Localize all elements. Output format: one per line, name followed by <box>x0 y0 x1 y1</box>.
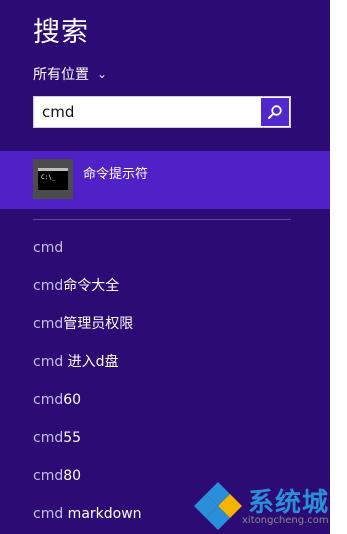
suggestion-query: cmd <box>33 278 64 294</box>
top-result-command-prompt[interactable]: C:\_ 命令提示符 <box>0 151 330 209</box>
suggestion-item[interactable]: cmd 进入d盘 <box>33 343 142 381</box>
suggestion-query: cmd <box>33 354 64 370</box>
site-watermark: 系统城 xitongcheng.com <box>192 478 347 534</box>
search-icon <box>268 105 282 119</box>
watermark-domain: xitongcheng.com <box>242 515 329 526</box>
suggestion-list: cmd cmd命令大全 cmd管理员权限 cmd 进入d盘 cmd60 cmd5… <box>33 229 142 533</box>
search-box <box>33 96 291 128</box>
suggestion-query: cmd <box>33 392 64 408</box>
scope-label: 所有位置 <box>33 67 89 83</box>
top-result-label: 命令提示符 <box>83 167 149 182</box>
diamond-logo-icon <box>194 482 242 530</box>
suggestion-query: cmd <box>33 430 64 446</box>
watermark-name: 系统城 <box>248 488 330 518</box>
suggestion-item[interactable]: cmd <box>33 229 142 267</box>
suggestion-item[interactable]: cmd markdown <box>33 495 142 533</box>
suggestion-query: cmd <box>33 468 64 484</box>
pane-title: 搜索 <box>33 17 89 48</box>
suggestion-item[interactable]: cmd60 <box>33 381 142 419</box>
chevron-down-icon: ⌄ <box>97 67 108 81</box>
suggestion-query: cmd <box>33 506 64 522</box>
suggestion-item[interactable]: cmd管理员权限 <box>33 305 142 343</box>
suggestion-text: 55 <box>63 430 82 446</box>
suggestion-query: cmd <box>33 316 64 332</box>
suggestion-item[interactable]: cmd55 <box>33 419 142 457</box>
suggestion-text: markdown <box>63 506 142 522</box>
suggestion-text: 进入d盘 <box>63 354 119 370</box>
suggestion-text: 命令大全 <box>63 278 120 294</box>
suggestion-text: 80 <box>63 468 82 484</box>
search-pane: 搜索 所有位置 ⌄ C:\_ 命令提示符 cmd cmd命令大全 cmd管理员权… <box>0 0 330 534</box>
divider <box>33 219 291 220</box>
suggestion-query: cmd <box>33 240 64 256</box>
suggestion-item[interactable]: cmd命令大全 <box>33 267 142 305</box>
search-input[interactable] <box>34 97 260 127</box>
scope-selector[interactable]: 所有位置 ⌄ <box>33 64 107 84</box>
cmd-tile-text: C:\_ <box>38 168 68 190</box>
cmd-icon: C:\_ <box>33 159 73 199</box>
search-button[interactable] <box>261 98 289 126</box>
suggestion-text: 管理员权限 <box>63 316 134 332</box>
suggestion-text: 60 <box>63 392 82 408</box>
suggestion-item[interactable]: cmd80 <box>33 457 142 495</box>
